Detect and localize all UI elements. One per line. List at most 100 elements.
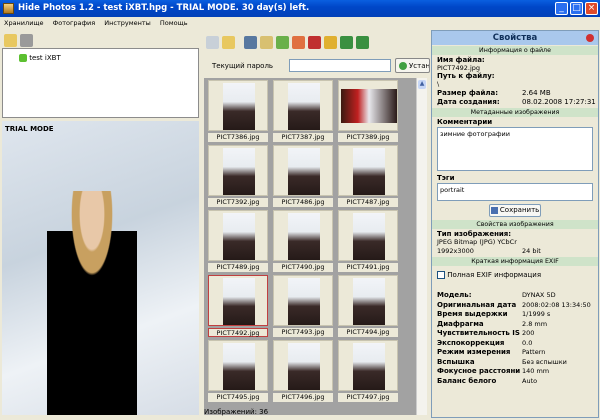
shield-icon bbox=[19, 54, 27, 62]
exif-list: Модель: DYNAX 5D Оригинальная дата 2008:02:… bbox=[432, 291, 598, 386]
left-toolbar bbox=[4, 34, 36, 49]
exif-value: Auto bbox=[522, 376, 538, 385]
file-name-label: Имя файла: bbox=[437, 56, 485, 64]
thumbnail-grid: PICT7386.jpg PICT7387.jpg PICT7389.jpg PICT… bbox=[204, 78, 416, 415]
storage-tree: test iXBT bbox=[2, 48, 199, 118]
exif-key: Вспышка bbox=[437, 357, 475, 366]
exif-row: Баланс белого Auto bbox=[432, 376, 598, 386]
exif-value: 2.8 mm bbox=[522, 319, 548, 328]
floppy-icon bbox=[490, 206, 498, 214]
thumbnail[interactable]: PICT7487.jpg bbox=[338, 145, 398, 207]
window-title: Hide Photos 1.2 - test iXBT.hpg - TRIAL … bbox=[18, 3, 310, 13]
file-name-value: PICT7492.jpg bbox=[437, 64, 481, 72]
dimensions-value: 1992x3000 bbox=[437, 246, 474, 255]
exif-row: Время выдержки 1/1999 s bbox=[432, 310, 598, 320]
thumbnail[interactable]: PICT7491.jpg bbox=[338, 210, 398, 272]
thumbnail-frame bbox=[273, 275, 333, 326]
thumbnail[interactable]: PICT7486.jpg bbox=[273, 145, 333, 207]
comment-textarea[interactable]: зимние фотографии bbox=[437, 127, 593, 171]
exif-key: Модель: bbox=[437, 291, 472, 300]
date-value: 08.02.2008 17:27:31 bbox=[522, 98, 596, 107]
tags-textarea[interactable]: portrait bbox=[437, 183, 593, 201]
thumbnail-label: PICT7389.jpg bbox=[338, 133, 398, 142]
set-password-button[interactable]: Устан bbox=[395, 58, 430, 73]
thumbnail-image bbox=[223, 343, 255, 390]
thumbnail-image bbox=[288, 343, 320, 390]
properties-title: Свойства bbox=[492, 33, 538, 43]
tags-label: Тэги bbox=[437, 174, 455, 182]
exif-key: Чувствительность IS bbox=[437, 329, 520, 338]
thumbnail[interactable]: PICT7386.jpg bbox=[208, 80, 268, 142]
arrow-down-icon[interactable] bbox=[356, 36, 369, 49]
import-icon[interactable] bbox=[276, 36, 289, 49]
thumbnail-frame bbox=[338, 275, 398, 326]
minimize-button[interactable]: _ bbox=[555, 2, 568, 15]
exif-key: Фокусное расстояни bbox=[437, 367, 521, 376]
thumbnail-label: PICT7486.jpg bbox=[273, 198, 333, 207]
full-exif-checkbox[interactable]: Полная EXIF информация bbox=[432, 267, 598, 285]
path-label: Путь к файлу: bbox=[437, 72, 495, 80]
exif-value: 0.0 bbox=[522, 338, 533, 347]
thumbnail[interactable]: PICT7392.jpg bbox=[208, 145, 268, 207]
add-storage-icon[interactable] bbox=[4, 34, 17, 47]
password-input[interactable] bbox=[289, 59, 391, 72]
bit-depth-value: 24 bit bbox=[522, 246, 541, 255]
thumbnail[interactable]: PICT7492.jpg bbox=[208, 275, 268, 337]
save-label: Сохранить bbox=[499, 206, 540, 214]
arrow-up-icon[interactable] bbox=[340, 36, 353, 49]
thumbnail-frame bbox=[338, 145, 398, 196]
set-password-label: Устан bbox=[409, 62, 430, 70]
thumbnail-frame bbox=[338, 340, 398, 391]
export-icon[interactable] bbox=[260, 36, 273, 49]
close-panel-icon[interactable] bbox=[586, 34, 594, 42]
exif-row: Вспышка Без вспышки bbox=[432, 357, 598, 367]
thumbnail[interactable]: PICT7493.jpg bbox=[273, 275, 333, 337]
thumbnail-image bbox=[353, 343, 385, 390]
exif-key: Время выдержки bbox=[437, 310, 508, 319]
thumbnail-label: PICT7493.jpg bbox=[273, 328, 333, 337]
thumbnail-label: PICT7489.jpg bbox=[208, 263, 268, 272]
tree-item[interactable]: test iXBT bbox=[3, 49, 198, 62]
thumbnail-image bbox=[223, 213, 255, 260]
image-props-section: Свойства изображения bbox=[432, 220, 598, 229]
delete-icon[interactable] bbox=[308, 36, 321, 49]
menu-help[interactable]: Помощь bbox=[160, 19, 188, 27]
exif-value: 2008:02:08 13:34:50 bbox=[522, 300, 591, 309]
thumbnail-label: PICT7497.jpg bbox=[338, 393, 398, 402]
thumbnail-frame bbox=[273, 210, 333, 261]
title-bar: Hide Photos 1.2 - test iXBT.hpg - TRIAL … bbox=[0, 0, 600, 17]
menu-tools[interactable]: Инструменты bbox=[104, 19, 151, 27]
thumbnail-image bbox=[288, 278, 320, 325]
thumbnail[interactable]: PICT7494.jpg bbox=[338, 275, 398, 337]
thumbnail-label: PICT7386.jpg bbox=[208, 133, 268, 142]
menu-photo[interactable]: Фотография bbox=[53, 19, 96, 27]
exif-key: Баланс белого bbox=[437, 376, 497, 385]
thumbnail[interactable]: PICT7387.jpg bbox=[273, 80, 333, 142]
exif-value: DYNAX 5D bbox=[522, 291, 556, 300]
add-image-icon[interactable] bbox=[244, 36, 257, 49]
thumbnail[interactable]: PICT7489.jpg bbox=[208, 210, 268, 272]
password-label: Текущий пароль bbox=[212, 62, 274, 70]
thumbnail-image bbox=[288, 213, 320, 260]
thumbnail[interactable]: PICT7490.jpg bbox=[273, 210, 333, 272]
save-button[interactable]: Сохранить bbox=[489, 204, 541, 217]
thumbnail-frame bbox=[208, 340, 268, 391]
thumbnail-image bbox=[353, 278, 385, 325]
remove-storage-icon[interactable] bbox=[20, 34, 33, 47]
exif-key: Экспокоррекция bbox=[437, 338, 505, 347]
menu-bar: Хранилище Фотография Инструменты Помощь bbox=[0, 17, 600, 29]
open-folder-icon[interactable] bbox=[222, 36, 235, 49]
thumbnail-frame bbox=[338, 210, 398, 261]
key-icon[interactable] bbox=[324, 36, 337, 49]
add-photo-icon[interactable] bbox=[206, 36, 219, 49]
move-icon[interactable] bbox=[292, 36, 305, 49]
app-icon bbox=[3, 3, 14, 14]
vertical-scrollbar[interactable]: ▲ bbox=[416, 78, 427, 415]
maximize-button[interactable]: □ bbox=[570, 2, 583, 15]
thumbnail[interactable]: PICT7496.jpg bbox=[273, 340, 333, 402]
menu-storage[interactable]: Хранилище bbox=[4, 19, 44, 27]
thumbnail[interactable]: PICT7495.jpg bbox=[208, 340, 268, 402]
thumbnail[interactable]: PICT7389.jpg bbox=[338, 80, 398, 142]
thumbnail[interactable]: PICT7497.jpg bbox=[338, 340, 398, 402]
close-button[interactable]: × bbox=[585, 2, 598, 15]
